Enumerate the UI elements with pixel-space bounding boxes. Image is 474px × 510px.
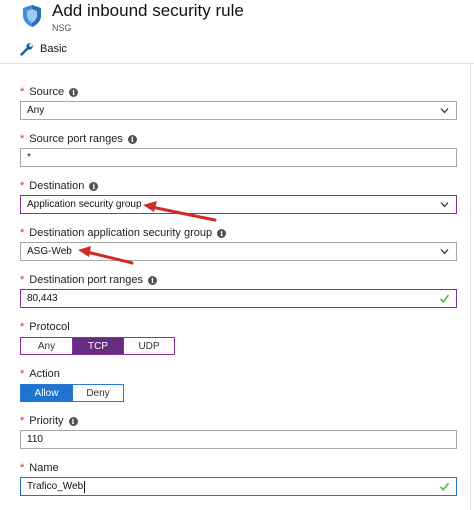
blade-right-border — [470, 63, 471, 510]
chevron-down-icon — [440, 108, 449, 114]
required-marker: * — [20, 180, 25, 192]
chevron-down-icon — [440, 202, 449, 208]
priority-value: 110 — [27, 434, 43, 445]
chevron-down-icon — [440, 249, 449, 255]
action-toggle-group: Allow Deny — [20, 384, 124, 402]
name-label: Name — [29, 462, 59, 474]
name-value: Trafico_Web — [27, 481, 84, 492]
action-option-allow[interactable]: Allow — [21, 385, 72, 401]
source-label: Source — [29, 86, 65, 98]
name-input[interactable]: Trafico_Web — [20, 477, 457, 496]
page-subtitle: NSG — [52, 23, 72, 33]
source-port-label: Source port ranges — [29, 133, 123, 145]
protocol-label: Protocol — [29, 321, 70, 333]
destination-port-label-row: * Destination port ranges i — [20, 274, 158, 286]
required-marker: * — [20, 86, 25, 98]
required-marker: * — [20, 227, 25, 239]
source-value: Any — [27, 105, 45, 116]
destination-asg-value: ASG-Web — [27, 246, 72, 257]
destination-asg-dropdown[interactable]: ASG-Web — [20, 242, 457, 261]
action-label: Action — [29, 368, 60, 380]
required-marker: * — [20, 274, 25, 286]
action-option-deny[interactable]: Deny — [72, 385, 123, 401]
protocol-option-udp[interactable]: UDP — [123, 338, 174, 354]
destination-label-row: * Destination i — [20, 180, 99, 192]
priority-label-row: * Priority i — [20, 415, 78, 427]
shield-icon — [23, 5, 41, 27]
destination-value: Application security group — [27, 199, 142, 210]
protocol-toggle-group: Any TCP UDP — [20, 337, 175, 355]
text-cursor — [84, 480, 86, 493]
header-divider — [0, 63, 474, 64]
basic-mode-label: Basic — [40, 43, 67, 55]
info-icon[interactable]: i — [127, 134, 137, 144]
priority-label: Priority — [29, 415, 64, 427]
priority-input[interactable]: 110 — [20, 430, 457, 449]
protocol-option-tcp[interactable]: TCP — [72, 338, 123, 354]
name-label-row: * Name — [20, 462, 59, 474]
required-marker: * — [20, 321, 25, 333]
required-marker: * — [20, 133, 25, 145]
required-marker: * — [20, 462, 25, 474]
destination-port-value: 80,443 — [27, 293, 58, 304]
source-label-row: * Source i — [20, 86, 79, 98]
destination-port-label: Destination port ranges — [29, 274, 144, 286]
blade-header: Add inbound security rule NSG — [0, 0, 474, 40]
info-icon[interactable]: i — [89, 181, 99, 191]
checkmark-icon — [439, 482, 450, 492]
page-title: Add inbound security rule — [52, 1, 244, 20]
destination-port-input[interactable]: 80,443 — [20, 289, 457, 308]
info-icon[interactable]: i — [69, 87, 79, 97]
destination-asg-label: Destination application security group — [29, 227, 213, 239]
info-icon[interactable]: i — [217, 228, 227, 238]
protocol-label-row: * Protocol — [20, 321, 70, 333]
source-port-input[interactable]: * — [20, 148, 457, 167]
required-marker: * — [20, 368, 25, 380]
destination-label: Destination — [29, 180, 85, 192]
info-icon[interactable]: i — [68, 416, 78, 426]
destination-dropdown[interactable]: Application security group — [20, 195, 457, 214]
checkmark-icon — [439, 294, 450, 304]
destination-asg-label-row: * Destination application security group… — [20, 227, 227, 239]
basic-mode-button[interactable]: Basic — [20, 41, 67, 57]
info-icon[interactable]: i — [148, 275, 158, 285]
source-port-value: * — [27, 152, 31, 163]
source-dropdown[interactable]: Any — [20, 101, 457, 120]
required-marker: * — [20, 415, 25, 427]
action-label-row: * Action — [20, 368, 60, 380]
source-port-label-row: * Source port ranges i — [20, 133, 137, 145]
protocol-option-any[interactable]: Any — [21, 338, 72, 354]
wrench-icon — [20, 43, 33, 56]
